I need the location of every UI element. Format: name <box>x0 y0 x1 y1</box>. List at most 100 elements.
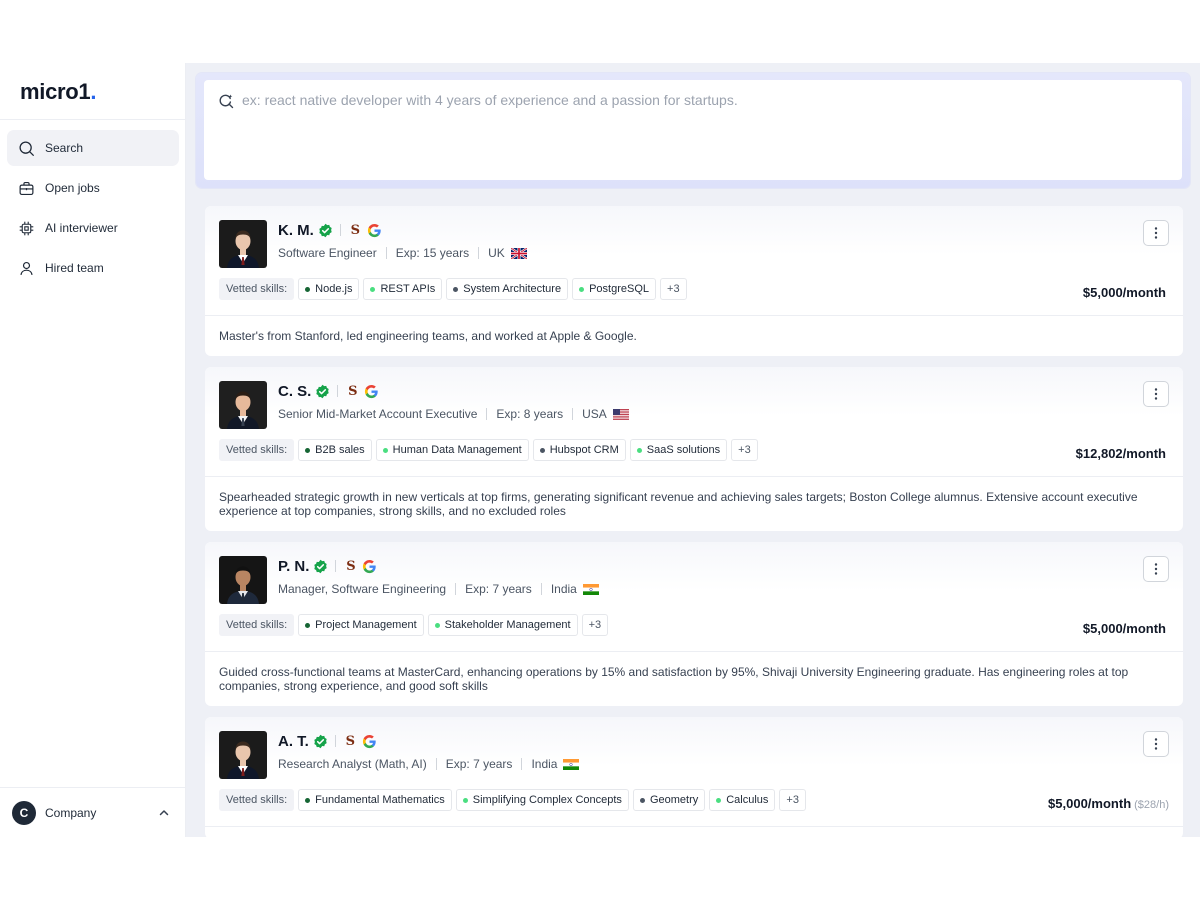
more-options-button[interactable] <box>1143 731 1169 757</box>
candidate-card-header: C. S. S Senior Mid-Market Account Execut… <box>205 367 1183 477</box>
skill-dot <box>305 797 311 803</box>
sidebar-item-hired-team[interactable]: Hired team <box>7 250 179 286</box>
company-label: Company <box>45 805 97 820</box>
vetted-skills: Vetted skills: B2B sales Human Data Manag… <box>219 439 1169 461</box>
candidate-name: C. S. <box>278 382 312 400</box>
company-logo-s-icon: S <box>346 558 356 574</box>
main-content: K. M. S Software Engineer Exp: 15 years <box>186 63 1200 837</box>
logo-dot: . <box>90 79 97 104</box>
google-icon <box>367 223 382 238</box>
candidate-card[interactable]: A. T. S Research Analyst (Math, AI) Exp:… <box>205 717 1183 837</box>
skill-chip[interactable]: PostgreSQL <box>572 278 657 300</box>
skill-chip[interactable]: SaaS solutions <box>629 439 728 461</box>
skill-dot <box>636 447 642 453</box>
separator <box>572 408 574 420</box>
sidebar-item-label: AI interviewer <box>45 221 118 235</box>
separator <box>334 735 336 747</box>
skill-chip[interactable]: Stakeholder Management <box>427 614 578 636</box>
more-vertical-icon <box>1154 227 1158 239</box>
uk-flag <box>510 247 527 259</box>
skill-label: Human Data Management <box>392 444 522 456</box>
skill-dot <box>382 447 388 453</box>
skill-label: Hubspot CRM <box>549 444 619 456</box>
candidate-meta: Research Analyst (Math, AI) Exp: 7 years… <box>278 756 1169 772</box>
more-skills-chip[interactable]: +3 <box>731 439 758 461</box>
company-logo-s-icon: S <box>345 733 356 749</box>
verified-icon <box>318 223 333 238</box>
skill-dot <box>453 286 459 292</box>
more-skills-chip[interactable]: +3 <box>581 614 609 636</box>
verified-icon <box>313 734 328 749</box>
separator <box>435 758 437 770</box>
skill-dot <box>539 447 545 453</box>
skill-label: Simplifying Complex Concepts <box>472 794 622 806</box>
user-icon <box>17 259 35 277</box>
skill-chip[interactable]: Calculus <box>709 789 776 811</box>
skill-dot <box>305 622 311 628</box>
ai-search-icon <box>218 93 234 109</box>
more-vertical-icon <box>1154 388 1158 400</box>
more-skills-chip[interactable]: +3 <box>779 789 806 811</box>
candidate-card-header: K. M. S Software Engineer Exp: 15 years <box>205 206 1183 316</box>
candidate-card[interactable]: K. M. S Software Engineer Exp: 15 years <box>205 206 1183 356</box>
sidebar-item-ai-interviewer[interactable]: AI interviewer <box>7 210 179 246</box>
skill-chip[interactable]: Node.js <box>298 278 360 300</box>
candidate-experience: Exp: 15 years <box>395 246 470 260</box>
skill-chip[interactable]: Human Data Management <box>375 439 529 461</box>
more-options-button[interactable] <box>1143 556 1169 582</box>
candidate-role: Research Analyst (Math, AI) <box>278 757 427 771</box>
avatar <box>219 220 267 268</box>
separator <box>337 385 339 397</box>
skill-chip[interactable]: REST APIs <box>363 278 443 300</box>
skill-label: Fundamental Mathematics <box>315 794 445 806</box>
more-options-button[interactable] <box>1143 220 1169 246</box>
candidate-country: India <box>531 757 558 771</box>
candidate-card[interactable]: C. S. S Senior Mid-Market Account Execut… <box>205 367 1183 531</box>
company-logo-s-icon: S <box>350 222 361 238</box>
skill-dot <box>434 622 440 628</box>
candidate-card[interactable]: P. N. S Manager, Software Engineering Ex… <box>205 542 1183 706</box>
name-row: P. N. S <box>278 556 1169 576</box>
candidate-info: K. M. S Software Engineer Exp: 15 years <box>278 220 1169 261</box>
candidate-summary <box>205 827 1183 837</box>
price-value: $5,000/month <box>1082 621 1166 636</box>
candidate-role: Software Engineer <box>278 246 377 260</box>
sidebar: micro1. Search Open jobs AI interviewer … <box>0 63 186 837</box>
candidate-summary: Spearheaded strategic growth in new vert… <box>219 490 1138 518</box>
sidebar-item-open-jobs[interactable]: Open jobs <box>7 170 179 206</box>
more-vertical-icon <box>1154 563 1158 575</box>
skill-dot <box>305 447 311 453</box>
skill-chip[interactable]: Hubspot CRM <box>532 439 626 461</box>
skill-chip[interactable]: Project Management <box>298 614 424 636</box>
candidate-info: A. T. S Research Analyst (Math, AI) Exp:… <box>278 731 1169 772</box>
search-input[interactable] <box>242 92 1142 108</box>
sidebar-item-search[interactable]: Search <box>7 130 179 166</box>
candidate-summary: Master's from Stanford, led engineering … <box>219 329 637 343</box>
google-icon <box>364 384 379 399</box>
skill-chip[interactable]: Geometry <box>632 789 706 811</box>
search-icon <box>17 139 35 157</box>
monthly-rate: $5,000/month ($28/h) <box>1048 796 1169 811</box>
logo-text: micro1 <box>20 79 91 104</box>
candidate-meta: Manager, Software Engineering Exp: 7 yea… <box>278 581 1169 597</box>
sidebar-item-label: Open jobs <box>45 181 100 195</box>
skill-label: Stakeholder Management <box>444 619 571 631</box>
google-icon <box>362 559 377 574</box>
monthly-rate: $5,000/month <box>1083 621 1169 636</box>
skill-label: B2B sales <box>315 444 365 456</box>
skill-chip[interactable]: B2B sales <box>298 439 372 461</box>
skill-chip[interactable]: Simplifying Complex Concepts <box>455 789 629 811</box>
skill-dot <box>579 286 585 292</box>
candidate-role: Manager, Software Engineering <box>278 582 447 596</box>
more-skills-chip[interactable]: +3 <box>660 278 687 300</box>
name-row: C. S. S <box>278 381 1169 401</box>
skill-label: Project Management <box>315 619 417 631</box>
more-options-button[interactable] <box>1143 381 1169 407</box>
candidate-role: Senior Mid-Market Account Executive <box>278 407 478 421</box>
logo[interactable]: micro1. <box>0 63 185 119</box>
candidate-list: K. M. S Software Engineer Exp: 15 years <box>196 206 1190 837</box>
company-switcher[interactable]: C Company <box>0 787 185 837</box>
skill-chip[interactable]: System Architecture <box>446 278 569 300</box>
search-box[interactable] <box>204 80 1182 180</box>
skill-chip[interactable]: Fundamental Mathematics <box>298 789 452 811</box>
